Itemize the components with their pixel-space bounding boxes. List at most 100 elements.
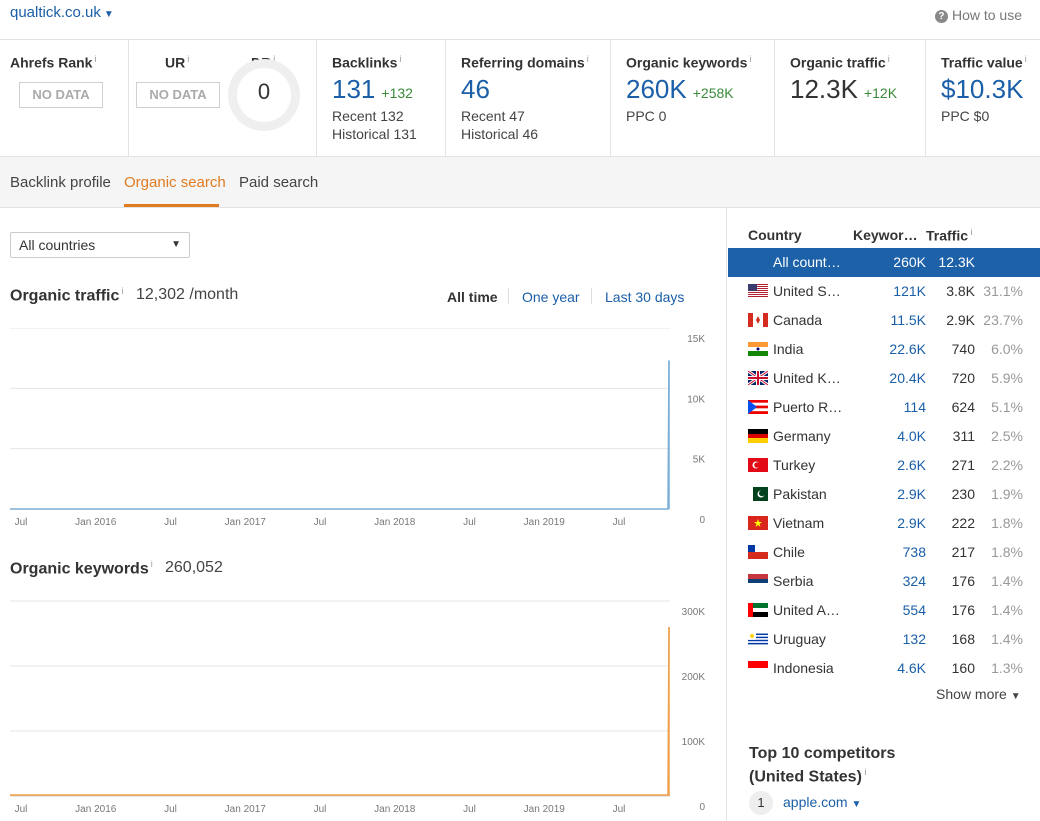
active-tab-indicator [124,204,219,207]
country-traffic: 12.3K [938,254,975,270]
country-name: Uruguay [773,631,826,647]
country-row[interactable]: All count… 260K 12.3K [728,248,1040,277]
organic-keywords-value[interactable]: 260K [626,74,687,104]
info-icon[interactable]: i [399,54,401,64]
country-traffic: 217 [951,544,975,560]
metric-referring-domains: Referring domains i 46 Recent 47 Historic… [446,40,611,157]
metrics-strip: Ahrefs Rank i NO DATA UR i NO DATA DR i 0 B… [0,39,1040,157]
country-traffic: 271 [951,457,975,473]
ur-label: UR [165,54,186,71]
x-tick-label: Jan 2019 [524,804,566,815]
x-tick-label: Jan 2019 [524,517,566,528]
info-icon[interactable]: i [94,54,96,64]
col-keywords[interactable]: Keywor… [853,227,918,243]
traffic-value-value[interactable]: $10.3K [941,74,1023,105]
flag-icon-vn [748,516,768,530]
country-row[interactable]: Indonesia 4.6K 160 1.3% [728,654,1040,683]
backlinks-recent: Recent 132 [332,108,404,124]
referring-domains-value[interactable]: 46 [461,74,490,105]
period-last-30-days[interactable]: Last 30 days [605,289,684,305]
competitor-link[interactable]: apple.com ▼ [783,794,861,810]
country-traffic-share: 2.2% [991,457,1023,473]
country-traffic-share: 1.4% [991,602,1023,618]
flag-icon-us [748,284,768,298]
country-name: Indonesia [773,660,834,676]
country-traffic-share: 1.4% [991,573,1023,589]
info-icon[interactable]: i [1025,54,1027,64]
y-tick-label: 100K [682,737,706,748]
y-tick-label: 200K [682,672,706,683]
country-row[interactable]: United S… 121K 3.8K 31.1% [728,277,1040,306]
period-all-time[interactable]: All time [447,289,498,305]
backlinks-value[interactable]: 131 [332,74,375,104]
x-tick-label: Jul [164,804,177,815]
how-to-use-link[interactable]: ? How to use [934,7,1022,23]
country-traffic-share: 31.1% [983,283,1023,299]
period-one-year[interactable]: One year [522,289,580,305]
country-row[interactable]: United K… 20.4K 720 5.9% [728,364,1040,393]
x-tick-label: Jul [613,517,626,528]
info-icon[interactable]: i [151,559,153,569]
country-keywords[interactable]: 2.9K [897,486,926,502]
flag-icon-cl [748,545,768,559]
caret-down-icon: ▼ [171,239,181,250]
country-traffic-share: 6.0% [991,341,1023,357]
country-keywords[interactable]: 4.6K [897,660,926,676]
country-keywords[interactable]: 132 [903,631,926,647]
country-row[interactable]: Chile 738 217 1.8% [728,538,1040,567]
country-row[interactable]: Serbia 324 176 1.4% [728,567,1040,596]
country-name: Puerto R… [773,399,843,415]
x-tick-label: Jan 2016 [75,804,117,815]
country-row[interactable]: Germany 4.0K 311 2.5% [728,422,1040,451]
country-keywords[interactable]: 121K [893,283,926,299]
info-icon[interactable]: i [968,227,973,237]
site-name: qualtick.co.uk [10,4,101,21]
flag-icon-ca [748,313,768,327]
country-name: United K… [773,370,841,386]
x-tick-label: Jul [164,517,177,528]
country-traffic: 176 [951,573,975,589]
info-icon[interactable]: i [862,767,866,777]
backlinks-delta: +132 [381,85,413,101]
country-row[interactable]: United A… 554 176 1.4% [728,596,1040,625]
country-row[interactable]: Canada 11.5K 2.9K 23.7% [728,306,1040,335]
country-select[interactable]: All countries ▼ [10,232,190,258]
flag-icon-tr [748,458,768,472]
info-icon[interactable]: i [587,54,589,64]
how-to-use-label: How to use [951,7,1022,23]
info-icon[interactable]: i [121,286,123,296]
tab-paid-search[interactable]: Paid search [239,174,318,191]
x-tick-label: Jul [463,517,476,528]
metric-ahrefs-rank: Ahrefs Rank i NO DATA [0,40,129,157]
y-tick-label: 10K [687,394,705,405]
country-keywords[interactable]: 4.0K [897,428,926,444]
col-country[interactable]: Country [748,227,802,243]
tab-organic-search[interactable]: Organic search [124,174,226,191]
country-keywords[interactable]: 20.4K [889,370,926,386]
country-name: Turkey [773,457,816,473]
organic-traffic-label: Organic traffic [790,54,886,71]
country-row[interactable]: Vietnam 2.9K 222 1.8% [728,509,1040,538]
country-keywords[interactable]: 738 [903,544,926,560]
country-row[interactable]: Uruguay 132 168 1.4% [728,625,1040,654]
country-keywords[interactable]: 11.5K [890,312,926,328]
tab-backlink-profile[interactable]: Backlink profile [10,174,111,191]
country-row[interactable]: Pakistan 2.9K 230 1.9% [728,480,1040,509]
country-keywords[interactable]: 114 [904,399,926,415]
info-icon[interactable]: i [749,54,751,64]
country-keywords[interactable]: 2.6K [897,457,926,473]
country-keywords[interactable]: 22.6K [889,341,926,357]
country-row[interactable]: Puerto R… 114 624 5.1% [728,393,1040,422]
site-selector[interactable]: qualtick.co.uk ▼ [10,4,114,21]
info-icon[interactable]: i [187,54,189,64]
info-icon[interactable]: i [888,54,890,64]
country-keywords[interactable]: 2.9K [897,515,926,531]
country-keywords[interactable]: 324 [903,573,926,589]
ahrefs-rank-label: Ahrefs Rank [10,54,93,71]
series-area [10,626,669,796]
country-row[interactable]: Turkey 2.6K 271 2.2% [728,451,1040,480]
country-keywords[interactable]: 554 [903,602,926,618]
show-more-button[interactable]: Show more ▼ [936,686,1021,702]
country-keywords[interactable]: 260K [893,254,926,270]
country-row[interactable]: India 22.6K 740 6.0% [728,335,1040,364]
